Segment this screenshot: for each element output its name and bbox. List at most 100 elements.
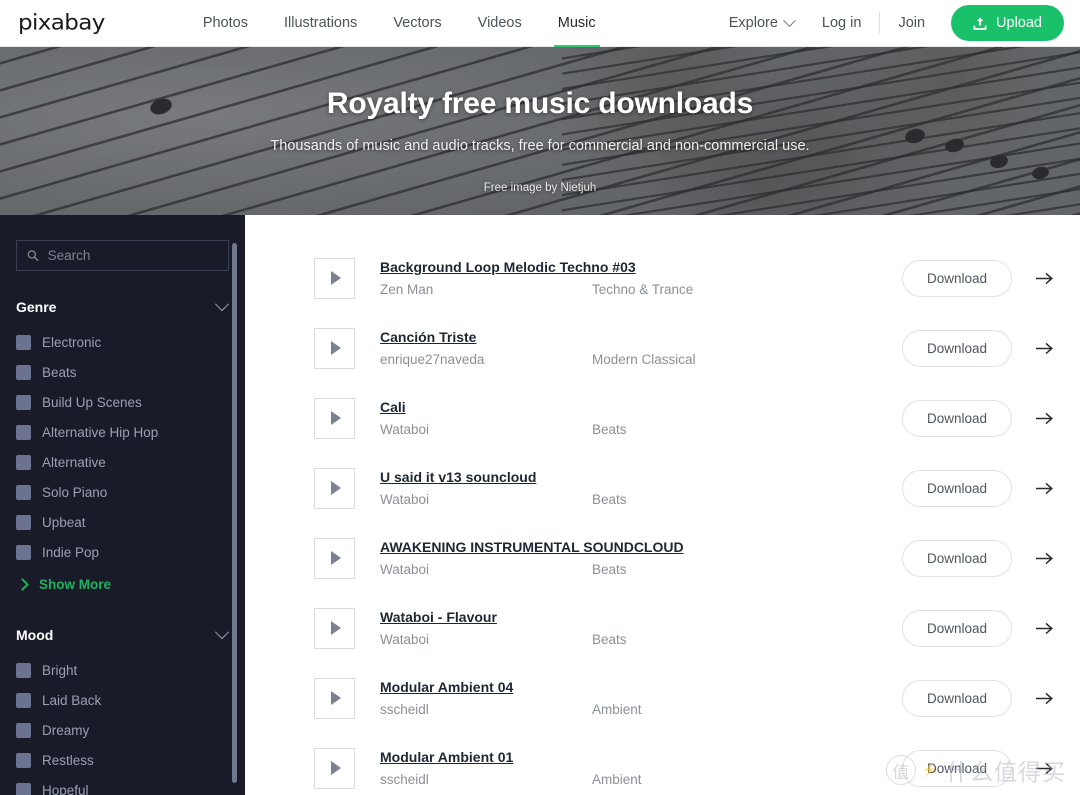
track-meta: Wataboi Beats bbox=[380, 492, 800, 507]
filter-option-indie-pop[interactable]: Indie Pop bbox=[0, 537, 245, 567]
filter-option-solo-piano[interactable]: Solo Piano bbox=[0, 477, 245, 507]
filter-option-label: Indie Pop bbox=[42, 544, 100, 560]
download-button[interactable]: Download bbox=[902, 399, 1012, 437]
pixabay-logo[interactable]: pixabay bbox=[18, 11, 105, 35]
track-artist[interactable]: Wataboi bbox=[380, 562, 592, 577]
download-button[interactable]: Download bbox=[902, 679, 1012, 717]
track-artist[interactable]: sscheidl bbox=[380, 702, 592, 717]
arrow-right-icon[interactable] bbox=[1035, 691, 1054, 706]
track-title[interactable]: Modular Ambient 04 bbox=[380, 679, 513, 695]
arrow-right-icon[interactable] bbox=[1035, 411, 1054, 426]
search-icon bbox=[27, 250, 39, 262]
track-title[interactable]: Background Loop Melodic Techno #03 bbox=[380, 259, 636, 275]
play-button[interactable] bbox=[314, 537, 355, 579]
filter-option-upbeat[interactable]: Upbeat bbox=[0, 507, 245, 537]
checkbox-icon[interactable] bbox=[16, 454, 31, 470]
track-genre[interactable]: Beats bbox=[592, 562, 627, 577]
filter-option-bright[interactable]: Bright bbox=[0, 655, 245, 685]
nav-item-photos[interactable]: Photos bbox=[185, 0, 266, 47]
header-divider bbox=[879, 12, 881, 34]
track-genre[interactable]: Beats bbox=[592, 492, 627, 507]
filter-option-alternative-hip-hop[interactable]: Alternative Hip Hop bbox=[0, 417, 245, 447]
play-button[interactable] bbox=[314, 397, 355, 439]
nav-item-vectors[interactable]: Vectors bbox=[375, 0, 459, 47]
nav-item-videos[interactable]: Videos bbox=[460, 0, 540, 47]
checkbox-icon[interactable] bbox=[16, 364, 31, 380]
track-genre[interactable]: Techno & Trance bbox=[592, 282, 693, 297]
login-link[interactable]: Log in bbox=[808, 15, 876, 31]
track-genre[interactable]: Beats bbox=[592, 632, 627, 647]
track-title[interactable]: Canción Triste bbox=[380, 329, 476, 345]
download-button[interactable]: Download bbox=[902, 749, 1012, 787]
track-actions: Download bbox=[902, 609, 1054, 647]
filter-option-dreamy[interactable]: Dreamy bbox=[0, 715, 245, 745]
checkbox-icon[interactable] bbox=[16, 662, 31, 678]
checkbox-icon[interactable] bbox=[16, 394, 31, 410]
track-info: Wataboi - Flavour Wataboi Beats bbox=[380, 609, 800, 647]
track-artist[interactable]: Wataboi bbox=[380, 492, 592, 507]
arrow-right-icon[interactable] bbox=[1035, 621, 1054, 636]
track-info: U said it v13 souncloud Wataboi Beats bbox=[380, 469, 800, 507]
track-genre[interactable]: Ambient bbox=[592, 772, 642, 787]
filter-group-genre-header[interactable]: Genre bbox=[0, 297, 245, 315]
filter-option-electronic[interactable]: Electronic bbox=[0, 327, 245, 357]
filter-group-mood-header[interactable]: Mood bbox=[0, 625, 245, 643]
download-button[interactable]: Download bbox=[902, 609, 1012, 647]
arrow-right-icon[interactable] bbox=[1035, 551, 1054, 566]
track-title[interactable]: Cali bbox=[380, 399, 406, 415]
download-button[interactable]: Download bbox=[902, 259, 1012, 297]
checkbox-icon[interactable] bbox=[16, 782, 31, 795]
sidebar-search[interactable] bbox=[16, 240, 229, 271]
filter-option-build-up-scenes[interactable]: Build Up Scenes bbox=[0, 387, 245, 417]
track-genre[interactable]: Beats bbox=[592, 422, 627, 437]
play-button[interactable] bbox=[314, 327, 355, 369]
track-artist[interactable]: sscheidl bbox=[380, 772, 592, 787]
checkbox-icon[interactable] bbox=[16, 484, 31, 500]
track-artist[interactable]: Wataboi bbox=[380, 632, 592, 647]
filter-option-laid-back[interactable]: Laid Back bbox=[0, 685, 245, 715]
checkbox-icon[interactable] bbox=[16, 692, 31, 708]
filter-option-beats[interactable]: Beats bbox=[0, 357, 245, 387]
track-title[interactable]: AWAKENING INSTRUMENTAL SOUNDCLOUD bbox=[380, 539, 684, 555]
checkbox-icon[interactable] bbox=[16, 514, 31, 530]
checkbox-icon[interactable] bbox=[16, 752, 31, 768]
arrow-right-icon[interactable] bbox=[1035, 481, 1054, 496]
play-button[interactable] bbox=[314, 257, 355, 299]
checkbox-icon[interactable] bbox=[16, 334, 31, 350]
checkbox-icon[interactable] bbox=[16, 424, 31, 440]
download-button[interactable]: Download bbox=[902, 469, 1012, 507]
track-artist[interactable]: Zen Man bbox=[380, 282, 592, 297]
track-title[interactable]: U said it v13 souncloud bbox=[380, 469, 536, 485]
track-artist[interactable]: enrique27naveda bbox=[380, 352, 592, 367]
play-button[interactable] bbox=[314, 467, 355, 509]
join-link[interactable]: Join bbox=[884, 15, 939, 31]
filter-option-hopeful[interactable]: Hopeful bbox=[0, 775, 245, 795]
download-button[interactable]: Download bbox=[902, 539, 1012, 577]
checkbox-icon[interactable] bbox=[16, 722, 31, 738]
search-input[interactable] bbox=[47, 248, 218, 263]
upload-button[interactable]: Upload bbox=[951, 5, 1064, 41]
play-button[interactable] bbox=[314, 607, 355, 649]
chevron-down-icon bbox=[783, 13, 796, 27]
explore-menu[interactable]: Explore bbox=[715, 13, 808, 31]
arrow-right-icon[interactable] bbox=[1035, 341, 1054, 356]
track-title[interactable]: Modular Ambient 01 bbox=[380, 749, 513, 765]
track-title[interactable]: Wataboi - Flavour bbox=[380, 609, 497, 625]
nav-item-illustrations[interactable]: Illustrations bbox=[266, 0, 375, 47]
track-genre[interactable]: Ambient bbox=[592, 702, 642, 717]
filter-option-restless[interactable]: Restless bbox=[0, 745, 245, 775]
genre-show-more-button[interactable]: Show More bbox=[0, 569, 245, 599]
track-artist[interactable]: Wataboi bbox=[380, 422, 592, 437]
track-row: U said it v13 souncloud Wataboi Beats Downl… bbox=[245, 453, 1080, 523]
arrow-right-icon[interactable] bbox=[1035, 271, 1054, 286]
filter-option-alternative[interactable]: Alternative bbox=[0, 447, 245, 477]
nav-item-music[interactable]: Music bbox=[540, 0, 614, 48]
download-button[interactable]: Download bbox=[902, 329, 1012, 367]
play-button[interactable] bbox=[314, 747, 355, 789]
arrow-right-icon[interactable] bbox=[1035, 761, 1054, 776]
hero-subtitle: Thousands of music and audio tracks, fre… bbox=[270, 138, 810, 154]
checkbox-icon[interactable] bbox=[16, 544, 31, 560]
sidebar-scrollbar[interactable] bbox=[232, 243, 237, 783]
track-genre[interactable]: Modern Classical bbox=[592, 352, 696, 367]
play-button[interactable] bbox=[314, 677, 355, 719]
